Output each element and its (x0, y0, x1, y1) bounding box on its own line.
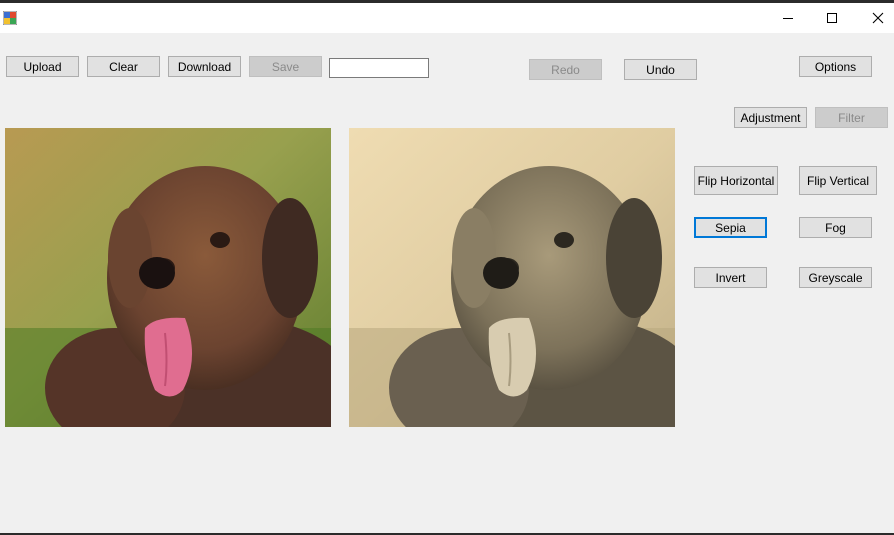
save-button[interactable]: Save (249, 56, 322, 77)
original-image (5, 128, 331, 427)
title-bar[interactable] (0, 3, 894, 33)
adjustment-button[interactable]: Adjustment (734, 107, 807, 128)
flip-horizontal-button[interactable]: Flip Horizontal (694, 166, 778, 195)
filter-button[interactable]: Filter (815, 107, 888, 128)
flip-vertical-button[interactable]: Flip Vertical (799, 166, 877, 195)
download-button[interactable]: Download (168, 56, 241, 77)
close-icon (872, 12, 884, 24)
close-button[interactable] (855, 3, 894, 33)
options-button[interactable]: Options (799, 56, 872, 77)
minimize-icon (783, 18, 793, 19)
sepia-button[interactable]: Sepia (694, 217, 767, 238)
greyscale-button[interactable]: Greyscale (799, 267, 872, 288)
maximize-button[interactable] (809, 3, 855, 33)
app-icon (3, 11, 17, 25)
filename-input[interactable] (329, 58, 429, 78)
maximize-icon (827, 13, 837, 23)
upload-button[interactable]: Upload (6, 56, 79, 77)
clear-button[interactable]: Clear (87, 56, 160, 77)
minimize-button[interactable] (765, 3, 811, 33)
undo-button[interactable]: Undo (624, 59, 697, 80)
invert-button[interactable]: Invert (694, 267, 767, 288)
fog-button[interactable]: Fog (799, 217, 872, 238)
redo-button[interactable]: Redo (529, 59, 602, 80)
processed-image (349, 128, 675, 427)
